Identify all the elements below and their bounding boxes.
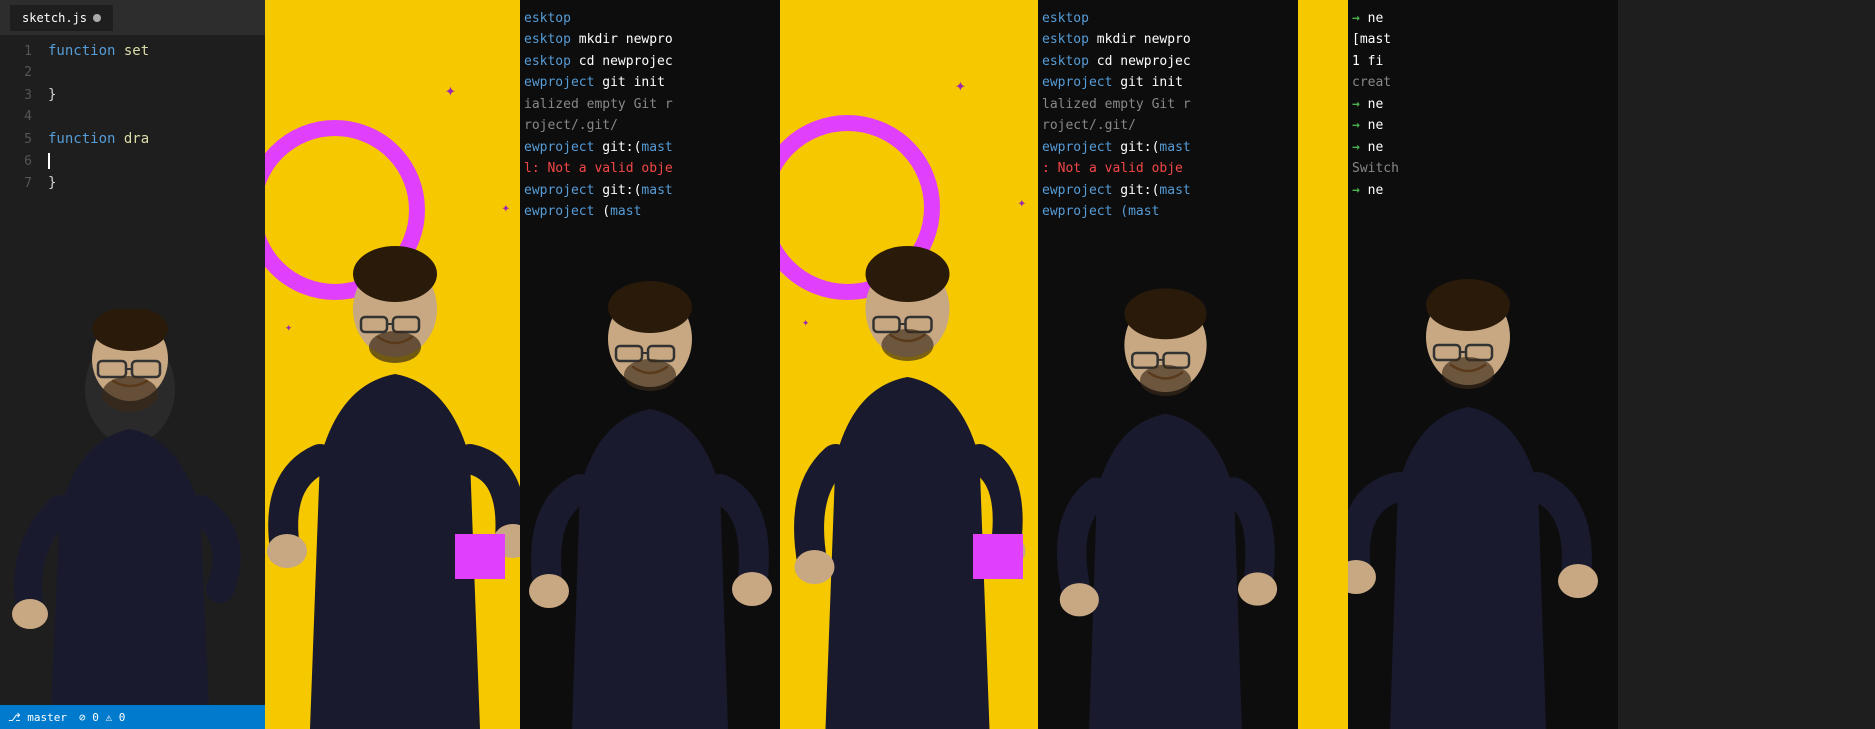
video-panel-1: ✦ ✦ ✦: [265, 0, 520, 729]
tab-bar: sketch.js: [0, 0, 265, 35]
term-line-last-5: → ne: [1352, 94, 1614, 115]
code-text: }: [48, 87, 56, 103]
term-line-8: l: Not a valid obje: [524, 158, 776, 179]
text-cursor: [48, 153, 50, 169]
terminal-content-last: → ne [mast 1 fi creat → ne → ne → ne Swi…: [1348, 0, 1618, 209]
terminal-panel-last: → ne [mast 1 fi creat → ne → ne → ne Swi…: [1348, 0, 1618, 729]
keyword-function: function: [48, 43, 115, 59]
code-text: [48, 153, 50, 169]
terminal-panel-1: esktop esktop mkdir newpro esktop cd new…: [520, 0, 780, 729]
keyword-function: function: [48, 131, 115, 147]
term-line-last-1: → ne: [1352, 8, 1614, 29]
term-line-t2-1: esktop: [1042, 8, 1294, 29]
term-line-4: ewproject git init: [524, 72, 776, 93]
person-figure-terminal-1: [520, 249, 780, 729]
function-name: dra: [124, 131, 149, 147]
line-number: 1: [8, 44, 32, 59]
line-number: 3: [8, 88, 32, 103]
person-figure-2: [780, 209, 1038, 729]
status-bar: ⎇ master ⊘ 0 ⚠ 0: [0, 705, 265, 729]
code-line-3: 3 }: [0, 87, 265, 109]
code-text: function set: [48, 43, 149, 59]
terminal-content-1: esktop esktop mkdir newpro esktop cd new…: [520, 0, 780, 230]
function-name: set: [124, 43, 149, 59]
tab-label: sketch.js: [22, 11, 87, 25]
term-line-last-6: → ne: [1352, 115, 1614, 136]
main-layout: sketch.js 1 function set 2 3 } 4: [0, 0, 1875, 729]
git-branch: ⎇ master: [8, 711, 67, 724]
term-line-last-3: 1 fi: [1352, 51, 1614, 72]
term-line-last-7: → ne: [1352, 137, 1614, 158]
tab-sketch-js[interactable]: sketch.js: [10, 5, 113, 31]
terminal-content-2: esktop esktop mkdir newpro esktop cd new…: [1038, 0, 1298, 230]
term-line-t2-7: ewproject git:(mast: [1042, 137, 1294, 158]
code-text: function dra: [48, 131, 149, 147]
term-line-9: ewproject git:(mast: [524, 180, 776, 201]
terminal-panel-2: esktop esktop mkdir newpro esktop cd new…: [1038, 0, 1298, 729]
term-line-5: ialized empty Git r: [524, 94, 776, 115]
code-line-5: 5 function dra: [0, 131, 265, 153]
term-line-last-8: Switch: [1352, 158, 1614, 179]
line-number: 5: [8, 132, 32, 147]
term-line-last-2: [mast: [1352, 29, 1614, 50]
term-line-1: esktop: [524, 8, 776, 29]
code-line-2: 2: [0, 65, 265, 87]
term-line-10: ewproject (mast: [524, 201, 776, 222]
term-line-last-9: → ne: [1352, 180, 1614, 201]
video-panel-2: ✦ ✦ ✦: [780, 0, 1038, 729]
yellow-background-3: [1298, 0, 1348, 729]
code-line-1: 1 function set: [0, 43, 265, 65]
term-line-7: ewproject git:(mast: [524, 137, 776, 158]
term-line-t2-2: esktop mkdir newpro: [1042, 29, 1294, 50]
term-line-last-4: creat: [1352, 72, 1614, 93]
video-panel-3: [1298, 0, 1348, 729]
term-line-t2-4: ewproject git init: [1042, 72, 1294, 93]
term-line-6: roject/.git/: [524, 115, 776, 136]
person-figure-code: [0, 309, 265, 729]
term-line-t2-8: : Not a valid obje: [1042, 158, 1294, 179]
tab-modified-dot: [93, 14, 101, 22]
line-number: 2: [8, 65, 32, 80]
term-line-t2-3: esktop cd newprojec: [1042, 51, 1294, 72]
person-figure-1: [265, 209, 520, 729]
line-number: 6: [8, 154, 32, 169]
term-line-t2-9: ewproject git:(mast: [1042, 180, 1294, 201]
line-number: 7: [8, 176, 32, 191]
person-figure-last: [1348, 249, 1618, 729]
term-line-3: esktop cd newprojec: [524, 51, 776, 72]
code-line-6: 6: [0, 153, 265, 175]
code-line-7: 7 }: [0, 175, 265, 197]
term-line-t2-5: lalized empty Git r: [1042, 94, 1294, 115]
code-text: }: [48, 175, 56, 191]
error-count: ⊘ 0 ⚠ 0: [79, 711, 125, 724]
line-number: 4: [8, 109, 32, 124]
code-line-4: 4: [0, 109, 265, 131]
term-line-2: esktop mkdir newpro: [524, 29, 776, 50]
term-line-t2-10: ewproject (mast: [1042, 201, 1294, 222]
person-figure-terminal-2: [1038, 259, 1298, 729]
code-editor-panel: sketch.js 1 function set 2 3 } 4: [0, 0, 265, 729]
term-line-t2-6: roject/.git/: [1042, 115, 1294, 136]
